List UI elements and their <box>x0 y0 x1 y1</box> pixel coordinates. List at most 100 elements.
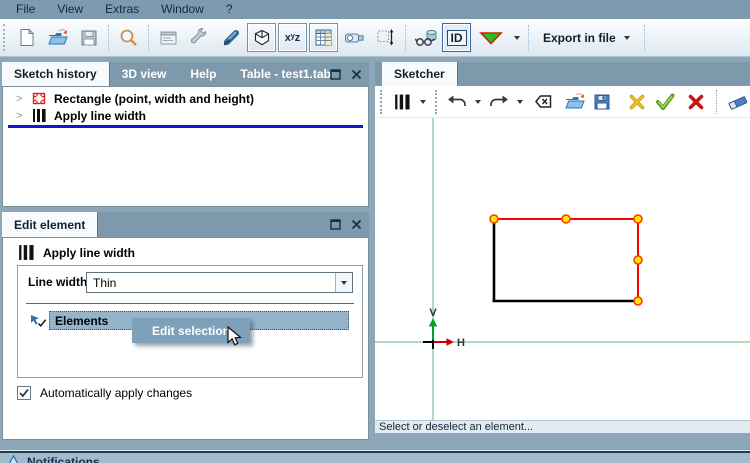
redo-button[interactable] <box>486 88 512 116</box>
line-width-value: Thin <box>93 275 117 290</box>
dimension-button[interactable] <box>371 23 400 52</box>
redo-dropdown-arrow[interactable] <box>517 99 523 104</box>
open-button[interactable] <box>561 88 587 116</box>
application-window: File View Extras Window ? xʸz ID Export … <box>0 0 750 463</box>
sketch-canvas[interactable]: V H <box>375 118 750 420</box>
tab-edit-element[interactable]: Edit element <box>2 212 99 237</box>
axes-xyz-button[interactable]: xʸz <box>278 23 307 52</box>
toolbar-drag-handle[interactable] <box>435 89 437 114</box>
select-check-icon <box>31 315 47 328</box>
tree-item-rectangle[interactable]: > Rectangle (point, width and height) <box>3 90 368 107</box>
v-axis-label: V <box>429 307 437 319</box>
undo-dropdown-arrow[interactable] <box>475 99 481 104</box>
menu-bar: File View Extras Window ? <box>0 0 750 19</box>
id-toggle-button[interactable]: ID <box>442 23 471 52</box>
tree-item-label: Apply line width <box>54 108 146 123</box>
divider <box>26 303 354 304</box>
apply-triangle-button[interactable] <box>473 23 509 52</box>
undo-arrow-icon <box>448 95 466 106</box>
tab-table-test1[interactable]: Table - test1.tab <box>228 62 342 86</box>
backspace-button[interactable] <box>528 88 554 116</box>
tab-label: Help <box>190 67 217 81</box>
line-width-tool-button[interactable] <box>389 88 415 116</box>
edit-element-title: Apply line width <box>43 245 135 260</box>
notifications-bar[interactable]: Notifications <box>0 453 750 463</box>
line-width-label: Line width: <box>28 275 92 289</box>
apply-button[interactable] <box>652 88 678 116</box>
zoom-magnifier-icon <box>120 29 137 46</box>
redo-arrow-icon <box>490 95 508 106</box>
tab-help[interactable]: Help <box>178 62 228 86</box>
rectangle-tool-icon <box>32 92 46 105</box>
menu-help[interactable]: ? <box>215 1 244 18</box>
viewport-camera-icon <box>345 33 364 42</box>
edit-element-panel: Edit element Apply line width Line width… <box>2 212 369 440</box>
table-view-button[interactable] <box>309 23 338 52</box>
checkbox-checked-icon[interactable] <box>17 386 31 400</box>
eraser-icon <box>728 95 747 110</box>
tab-3d-view[interactable]: 3D view <box>110 62 179 86</box>
triangle-dropdown-arrow[interactable] <box>514 35 520 40</box>
history-tree: > Rectangle (point, width and height) > … <box>2 86 369 207</box>
tab-sketch-history[interactable]: Sketch history <box>2 62 110 86</box>
mouse-cursor-icon <box>227 326 243 346</box>
cancel-button[interactable] <box>624 88 650 116</box>
export-dropdown-arrow <box>623 35 630 40</box>
edit-element-header: Apply line width <box>18 245 135 260</box>
handle-point[interactable] <box>633 296 643 306</box>
camera-view-button[interactable] <box>340 23 369 52</box>
menu-window[interactable]: Window <box>150 1 215 18</box>
handle-point[interactable] <box>633 214 643 224</box>
delete-button[interactable] <box>683 88 709 116</box>
tab-sketcher[interactable]: Sketcher <box>382 62 458 86</box>
combobox-dropdown-button[interactable] <box>335 273 352 292</box>
expander-icon[interactable]: > <box>16 110 24 122</box>
view-cube-button[interactable] <box>247 23 276 52</box>
expander-icon[interactable]: > <box>16 93 24 105</box>
save-button[interactable] <box>589 88 615 116</box>
toolbar-drag-handle[interactable] <box>380 89 382 114</box>
open-file-button[interactable] <box>43 23 72 52</box>
line-width-icon <box>395 94 410 109</box>
tree-item-apply-line-width[interactable]: > Apply line width <box>3 107 368 124</box>
line-width-combobox[interactable]: Thin <box>86 272 353 293</box>
line-width-icon <box>33 109 46 122</box>
close-icon[interactable] <box>351 219 362 230</box>
screw-tool-button[interactable] <box>216 23 245 52</box>
menu-extras[interactable]: Extras <box>94 1 150 18</box>
save-file-button[interactable] <box>74 23 103 52</box>
handle-point[interactable] <box>489 214 499 224</box>
save-floppy-icon <box>81 30 96 45</box>
settings-wrench-button[interactable] <box>185 23 214 52</box>
new-file-button[interactable] <box>12 23 41 52</box>
handle-point[interactable] <box>561 214 571 224</box>
close-icon[interactable] <box>351 69 362 80</box>
elements-label: Elements <box>55 313 109 328</box>
toolbar-separator <box>643 24 645 51</box>
auto-apply-row: Automatically apply changes <box>17 386 192 400</box>
export-file-button[interactable]: Export in file <box>533 26 640 50</box>
zoom-button[interactable] <box>114 23 143 52</box>
line-width-dropdown-arrow[interactable] <box>420 99 426 104</box>
save-floppy-icon <box>594 94 610 109</box>
maximize-icon[interactable] <box>330 68 341 80</box>
sketcher-status-bar: Select or deselect an element... <box>375 420 750 433</box>
toolbar-drag-handle[interactable] <box>3 24 7 51</box>
search-references-button[interactable] <box>411 23 440 52</box>
line-width-icon <box>19 245 34 260</box>
table-grid-icon <box>315 29 332 46</box>
properties-window-button[interactable] <box>154 23 183 52</box>
main-toolbar: xʸz ID Export in file <box>0 19 750 57</box>
menu-view[interactable]: View <box>46 1 94 18</box>
handle-point[interactable] <box>633 255 643 265</box>
xyz-icon: xʸz <box>284 31 301 44</box>
eraser-button[interactable] <box>724 88 750 116</box>
auto-apply-label: Automatically apply changes <box>40 386 193 400</box>
tab-label: Edit element <box>14 217 86 232</box>
tab-label: 3D view <box>121 67 167 81</box>
menu-file[interactable]: File <box>5 1 46 18</box>
maximize-icon[interactable] <box>330 219 341 230</box>
undo-button[interactable] <box>444 88 470 116</box>
history-tab-bar: Sketch history 3D view Help Table - test… <box>2 62 369 86</box>
v-axis-arrowhead <box>428 318 438 327</box>
